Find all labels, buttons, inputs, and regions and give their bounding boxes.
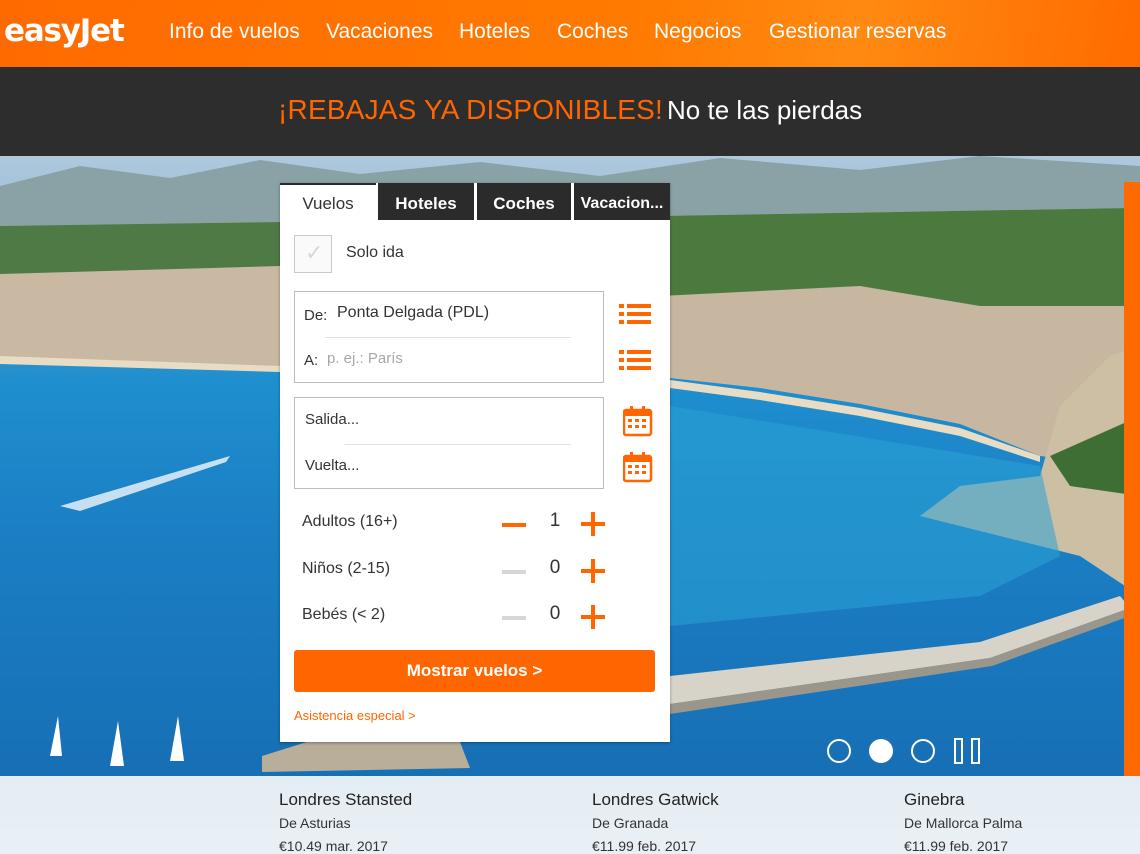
infants-plus-icon[interactable] (581, 605, 605, 629)
destination-prefix: A: (304, 352, 319, 369)
adults-plus-icon[interactable] (581, 512, 605, 536)
deals-strip: Londres Stansted De Asturias €10.49 mar.… (0, 776, 1140, 854)
departure-date-input[interactable]: Salida... (305, 411, 359, 428)
sale-banner-text: ¡REBAJAS YA DISPONIBLES! No te las pierda… (278, 94, 862, 126)
nav-item-manage-bookings[interactable]: Gestionar reservas (769, 20, 946, 44)
pause-bar-right (971, 738, 980, 764)
infants-minus-icon[interactable] (502, 616, 526, 620)
deal-origin: De Asturias (279, 815, 351, 831)
flight-search-widget: Vuelos Hoteles Coches Vacacion... ✓ Solo… (280, 183, 670, 742)
checkmark-icon: ✓ (305, 240, 324, 265)
infants-label: Bebés (< 2) (302, 606, 386, 623)
infants-count: 0 (549, 603, 561, 624)
nav-item-flight-info[interactable]: Info de vuelos (169, 20, 300, 44)
deal-price: €10.49 mar. 2017 (279, 838, 388, 854)
sale-banner[interactable]: ¡REBAJAS YA DISPONIBLES! No te las pierda… (0, 67, 1140, 156)
children-minus-icon[interactable] (502, 570, 526, 574)
tab-cars[interactable]: Coches (477, 183, 571, 220)
date-divider (345, 444, 571, 445)
adults-label: Adultos (16+) (302, 513, 398, 530)
children-plus-icon[interactable] (581, 559, 605, 583)
carousel-dot-2[interactable] (869, 739, 893, 763)
easyjet-logo[interactable]: easyJet (4, 13, 125, 49)
tab-flights[interactable]: Vuelos (280, 183, 376, 220)
deal-card[interactable]: Londres Gatwick De Granada €11.99 feb. 2… (592, 790, 719, 854)
origin-list-icon[interactable] (619, 301, 651, 329)
children-row: Niños (2-15) 0 (302, 556, 612, 586)
nav-item-business[interactable]: Negocios (654, 20, 742, 44)
pause-bar-left (954, 738, 963, 764)
return-calendar-icon[interactable] (623, 451, 653, 483)
route-divider (325, 337, 571, 338)
adults-row: Adultos (16+) 1 (302, 509, 612, 539)
tab-holidays[interactable]: Vacacion... (574, 183, 670, 220)
sale-subtext: No te las pierdas (667, 95, 863, 125)
deal-price: €11.99 feb. 2017 (904, 838, 1009, 854)
deal-destination: Londres Gatwick (592, 790, 719, 809)
nav-item-cars[interactable]: Coches (557, 20, 628, 44)
nav-item-holidays[interactable]: Vacaciones (326, 20, 433, 44)
search-tabs: Vuelos Hoteles Coches Vacacion... (280, 183, 670, 220)
one-way-checkbox[interactable]: ✓ (294, 235, 332, 273)
date-fields: Salida... Vuelta... (294, 397, 604, 489)
carousel-dot-1[interactable] (827, 739, 851, 763)
departure-calendar-icon[interactable] (623, 405, 653, 437)
children-label: Niños (2-15) (302, 560, 391, 577)
destination-list-icon[interactable] (619, 347, 651, 375)
deal-card[interactable]: Ginebra De Mallorca Palma €11.99 feb. 20… (904, 790, 1022, 854)
children-count: 0 (549, 557, 561, 578)
show-flights-button[interactable]: Mostrar vuelos > (294, 650, 655, 692)
special-assistance-link[interactable]: Asistencia especial > (294, 708, 416, 723)
return-date-input[interactable]: Vuelta... (305, 457, 359, 474)
deal-destination: Ginebra (904, 790, 965, 809)
origin-prefix: De: (304, 307, 328, 324)
deal-origin: De Granada (592, 815, 669, 831)
side-promo-tab[interactable] (1124, 182, 1140, 776)
pause-icon[interactable] (954, 738, 984, 764)
tab-hotels[interactable]: Hoteles (378, 183, 474, 220)
sale-headline: ¡REBAJAS YA DISPONIBLES! (278, 94, 664, 125)
one-way-label: Solo ida (346, 244, 404, 261)
deal-card[interactable]: Londres Stansted De Asturias €10.49 mar.… (279, 790, 412, 854)
top-navigation: easyJet Info de vuelos Vacaciones Hotele… (0, 0, 1140, 67)
nav-item-hotels[interactable]: Hoteles (459, 20, 530, 44)
deal-destination: Londres Stansted (279, 790, 413, 809)
deal-price: €11.99 feb. 2017 (592, 838, 697, 854)
adults-minus-icon[interactable] (502, 523, 526, 527)
infants-row: Bebés (< 2) 0 (302, 602, 612, 632)
deal-origin: De Mallorca Palma (904, 815, 1023, 831)
adults-count: 1 (549, 510, 561, 531)
route-fields: De: Ponta Delgada (PDL) A: p. ej.: París (294, 291, 604, 383)
carousel-dot-3[interactable] (911, 739, 935, 763)
origin-input[interactable]: Ponta Delgada (PDL) (337, 304, 489, 322)
destination-input[interactable]: p. ej.: París (327, 350, 403, 367)
